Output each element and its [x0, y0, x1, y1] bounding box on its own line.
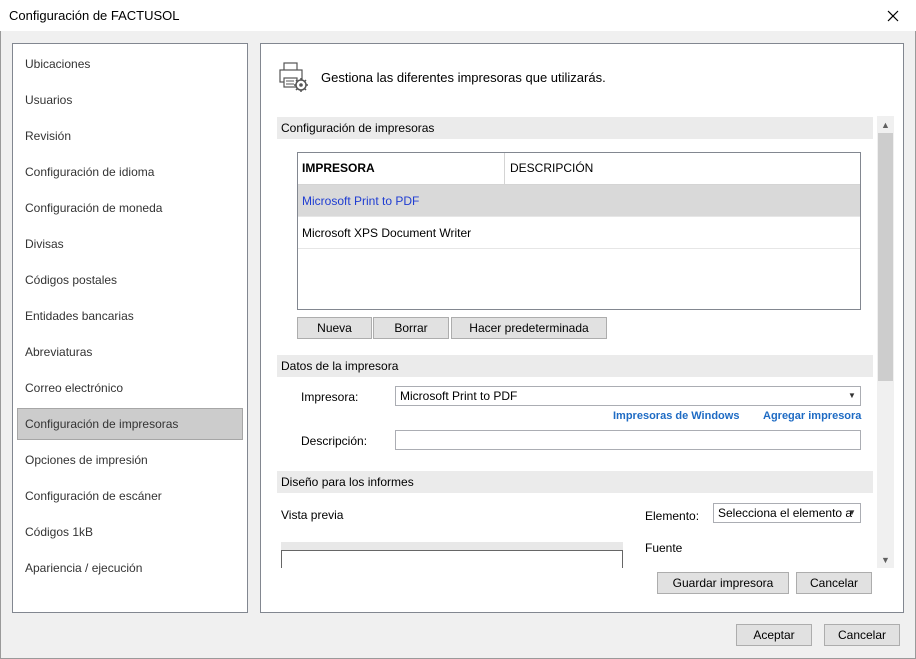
section-report-design-header: Diseño para los informes: [277, 471, 873, 493]
preview-area: [281, 542, 623, 568]
accept-button[interactable]: Aceptar: [736, 624, 812, 646]
sidebar-item-ubicaciones[interactable]: Ubicaciones: [17, 48, 243, 80]
section-printer-data-header: Datos de la impresora: [277, 355, 873, 377]
sidebar-item-impresoras[interactable]: Configuración de impresoras: [17, 408, 243, 440]
column-header-descripcion[interactable]: DESCRIPCIÓN: [505, 153, 593, 184]
set-default-printer-button[interactable]: Hacer predeterminada: [451, 317, 607, 339]
sidebar-item-codigos-postales[interactable]: Códigos postales: [17, 264, 243, 296]
column-header-impresora[interactable]: IMPRESORA: [298, 153, 505, 184]
panel-header-text: Gestiona las diferentes impresoras que u…: [321, 70, 606, 85]
sidebar-item-moneda[interactable]: Configuración de moneda: [17, 192, 243, 224]
printer-select[interactable]: Microsoft Print to PDF ▼: [395, 386, 861, 406]
section-printers-header: Configuración de impresoras: [277, 117, 873, 139]
close-button[interactable]: [870, 0, 916, 31]
settings-panel: Gestiona las diferentes impresoras que u…: [260, 43, 904, 613]
scroll-up-icon[interactable]: ▲: [877, 116, 894, 133]
sidebar-item-entidades-bancarias[interactable]: Entidades bancarias: [17, 300, 243, 332]
description-input[interactable]: [395, 430, 861, 450]
table-row[interactable]: Microsoft XPS Document Writer: [298, 217, 860, 249]
new-printer-button[interactable]: Nueva: [297, 317, 372, 339]
preview-page: [281, 550, 623, 568]
sidebar-item-abreviaturas[interactable]: Abreviaturas: [17, 336, 243, 368]
printer-select-value: Microsoft Print to PDF: [400, 389, 518, 403]
preview-label: Vista previa: [281, 508, 344, 522]
panel-cancel-button[interactable]: Cancelar: [796, 572, 872, 594]
window-title: Configuración de FACTUSOL: [9, 8, 180, 23]
element-label: Elemento:: [645, 509, 700, 523]
sidebar-item-revision[interactable]: Revisión: [17, 120, 243, 152]
sidebar-item-opciones-impresion[interactable]: Opciones de impresión: [17, 444, 243, 476]
sidebar-item-codigos-1kb[interactable]: Códigos 1kB: [17, 516, 243, 548]
table-row[interactable]: Microsoft Print to PDF: [298, 185, 860, 217]
sidebar-item-escaner[interactable]: Configuración de escáner: [17, 480, 243, 512]
delete-printer-button[interactable]: Borrar: [373, 317, 449, 339]
cancel-button[interactable]: Cancelar: [824, 624, 900, 646]
sidebar-item-idioma[interactable]: Configuración de idioma: [17, 156, 243, 188]
table-header: IMPRESORA DESCRIPCIÓN: [298, 153, 860, 185]
printer-label: Impresora:: [301, 390, 359, 404]
sidebar: Ubicaciones Usuarios Revisión Configurac…: [12, 43, 248, 613]
element-select[interactable]: Selecciona el elemento a ▼: [713, 503, 861, 523]
sidebar-item-apariencia[interactable]: Apariencia / ejecución: [17, 552, 243, 584]
sidebar-item-correo[interactable]: Correo electrónico: [17, 372, 243, 404]
add-printer-link[interactable]: Agregar impresora: [763, 410, 861, 422]
sidebar-item-divisas[interactable]: Divisas: [17, 228, 243, 260]
printers-table: IMPRESORA DESCRIPCIÓN Microsoft Print to…: [297, 152, 861, 310]
title-bar: Configuración de FACTUSOL: [0, 0, 916, 31]
description-label: Descripción:: [301, 434, 368, 448]
scrollbar-thumb[interactable]: [878, 133, 893, 381]
chevron-down-icon: ▼: [848, 508, 856, 517]
printer-settings-icon: [277, 60, 311, 94]
close-icon: [887, 10, 899, 21]
chevron-down-icon: ▼: [848, 391, 856, 400]
panel-scrollbar[interactable]: ▲ ▼: [877, 116, 894, 568]
sidebar-item-usuarios[interactable]: Usuarios: [17, 84, 243, 116]
scroll-down-icon[interactable]: ▼: [877, 551, 894, 568]
font-label: Fuente: [645, 541, 683, 555]
save-printer-button[interactable]: Guardar impresora: [657, 572, 789, 594]
windows-printers-link[interactable]: Impresoras de Windows: [613, 410, 739, 422]
element-select-value: Selecciona el elemento a: [718, 506, 853, 520]
